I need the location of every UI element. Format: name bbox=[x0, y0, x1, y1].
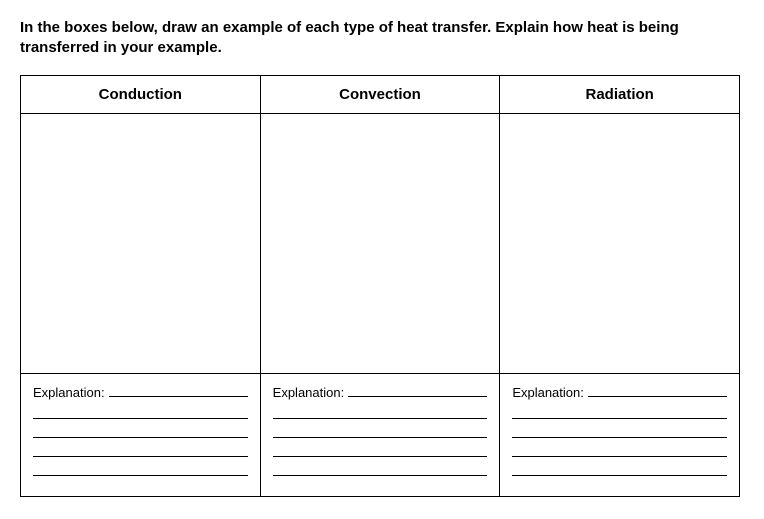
explanation-label: Explanation: bbox=[273, 385, 345, 400]
instructions-text: In the boxes below, draw an example of e… bbox=[20, 18, 730, 57]
drawing-area-radiation[interactable] bbox=[500, 114, 740, 374]
write-line[interactable] bbox=[512, 444, 727, 457]
explanation-label: Explanation: bbox=[512, 385, 584, 400]
write-line[interactable] bbox=[512, 425, 727, 438]
write-line[interactable] bbox=[109, 384, 248, 397]
column-header-radiation: Radiation bbox=[500, 76, 740, 114]
drawing-area-convection[interactable] bbox=[260, 114, 500, 374]
write-line[interactable] bbox=[273, 463, 488, 476]
column-header-conduction: Conduction bbox=[21, 76, 261, 114]
write-line[interactable] bbox=[512, 463, 727, 476]
explanation-cell-radiation[interactable]: Explanation: bbox=[500, 374, 740, 497]
explanation-cell-convection[interactable]: Explanation: bbox=[260, 374, 500, 497]
write-line[interactable] bbox=[273, 425, 488, 438]
write-line[interactable] bbox=[33, 444, 248, 457]
write-line[interactable] bbox=[33, 406, 248, 419]
write-line[interactable] bbox=[33, 463, 248, 476]
write-line[interactable] bbox=[512, 406, 727, 419]
explanation-label: Explanation: bbox=[33, 385, 105, 400]
write-line[interactable] bbox=[273, 444, 488, 457]
heat-transfer-table: Conduction Convection Radiation Explanat… bbox=[20, 75, 740, 497]
column-header-convection: Convection bbox=[260, 76, 500, 114]
write-line[interactable] bbox=[33, 425, 248, 438]
write-line[interactable] bbox=[273, 406, 488, 419]
write-line[interactable] bbox=[588, 384, 727, 397]
write-line[interactable] bbox=[348, 384, 487, 397]
drawing-area-conduction[interactable] bbox=[21, 114, 261, 374]
explanation-cell-conduction[interactable]: Explanation: bbox=[21, 374, 261, 497]
